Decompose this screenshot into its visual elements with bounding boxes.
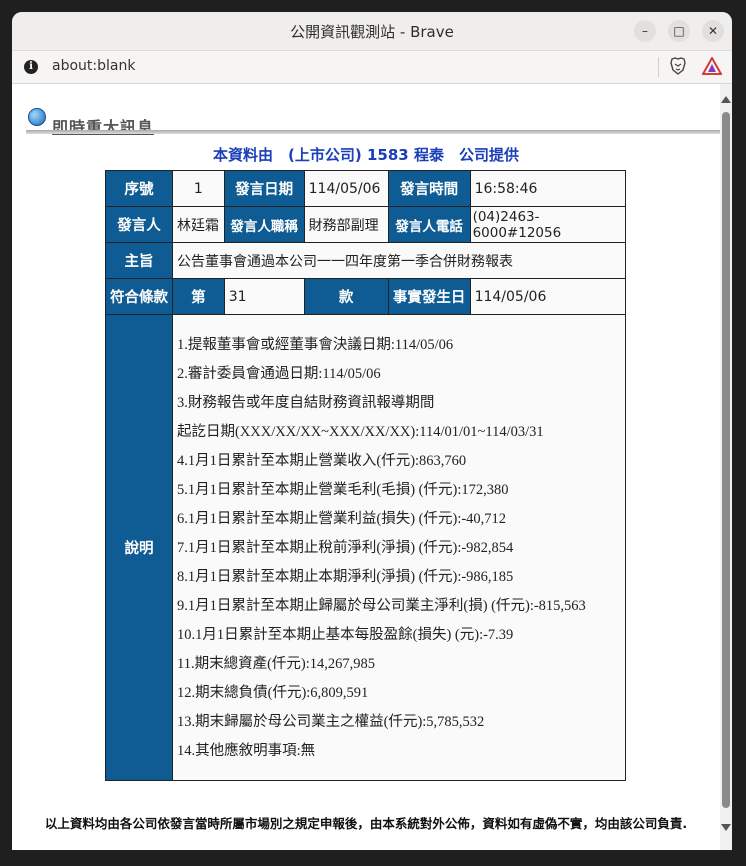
time-value: 16:58:46	[469, 170, 627, 207]
description-line: 14.其他應敘明事項:無	[177, 743, 316, 759]
fact-date-label: 事實發生日	[387, 278, 471, 315]
description-line: 起訖日期(XXX/XX/XX~XXX/XX/XX):114/01/01~114/…	[177, 424, 544, 440]
page-content: 即時重大訊息 本資料由 (上市公司) 1583 程泰 公司提供 序號 1 發言日…	[12, 84, 720, 850]
close-button[interactable]: ✕	[702, 20, 724, 42]
header-divider	[26, 130, 720, 134]
description-line: 3.財務報告或年度自結財務資訊報導期間	[177, 395, 435, 411]
speaker-phone-value: (04)2463-6000#12056	[469, 206, 627, 243]
announcement-table: 序號 1 發言日期 114/05/06 發言時間 16:58:46 發言人 林廷…	[105, 170, 627, 781]
scroll-thumb[interactable]	[722, 112, 730, 808]
disclaimer-footer: 以上資料均由各公司依發言當時所屬市場別之規定申報後，由本系統對外公佈，資料如有虛…	[44, 816, 688, 831]
clause-label: 符合條款	[105, 278, 173, 315]
table-row: 主旨 公告董事會通過本公司一一四年度第一季合併財務報表	[105, 242, 626, 279]
description-line: 7.1月1日累計至本期止稅前淨利(淨損) (仟元):-982,854	[177, 540, 514, 556]
description-line: 1.提報董事會或經董事會決議日期:114/05/06	[177, 337, 454, 353]
subject-label: 主旨	[105, 242, 173, 279]
description-line: 12.期末總負債(仟元):6,809,591	[177, 685, 369, 701]
section-title: 即時重大訊息	[52, 118, 155, 137]
browser-window: 公開資訊觀測站 - Brave – □ ✕ i about:blank 即時重大…	[12, 12, 732, 850]
date-value: 114/05/06	[303, 170, 389, 207]
speaker-value: 林廷霜	[172, 206, 225, 243]
date-label: 發言日期	[223, 170, 305, 207]
table-row: 發言人 林廷霜 發言人職稱 財務部副理 發言人電話 (04)2463-6000#…	[105, 206, 627, 243]
description-label: 說明	[105, 314, 173, 781]
description-line: 8.1月1日累計至本期止本期淨利(淨損) (仟元):-986,185	[177, 569, 514, 585]
description-line: 5.1月1日累計至本期止營業毛利(毛損) (仟元):172,380	[177, 482, 509, 498]
url-field[interactable]: about:blank	[52, 58, 135, 74]
clause-suffix: 款	[303, 278, 389, 315]
table-row: 符合條款 第 31 款 事實發生日 114/05/06	[105, 278, 627, 315]
brave-shield-icon[interactable]	[670, 57, 686, 75]
speaker-label: 發言人	[105, 206, 173, 243]
brave-rewards-icon[interactable]	[702, 57, 722, 75]
clause-prefix: 第	[172, 278, 225, 315]
description-line: 2.審計委員會通過日期:114/05/06	[177, 366, 381, 382]
description-line: 13.期末歸屬於母公司業主之權益(仟元):5,785,532	[177, 714, 485, 730]
description-line: 6.1月1日累計至本期止營業利益(損失) (仟元):-40,712	[177, 511, 507, 527]
title-bar: 公開資訊觀測站 - Brave – □ ✕	[12, 12, 732, 51]
minimize-button[interactable]: –	[634, 20, 656, 42]
speaker-phone-label: 發言人電話	[387, 206, 471, 243]
speaker-title-value: 財務部副理	[303, 206, 389, 243]
description-line: 9.1月1日累計至本期止歸屬於母公司業主淨利(損) (仟元):-815,563	[177, 598, 586, 614]
scroll-down-arrow-icon[interactable]	[721, 824, 731, 831]
subject-value: 公告董事會通過本公司一一四年度第一季合併財務報表	[172, 242, 626, 279]
maximize-button[interactable]: □	[668, 20, 690, 42]
description-line: 4.1月1日累計至本期止營業收入(仟元):863,760	[177, 453, 467, 469]
speaker-title-label: 發言人職稱	[223, 206, 305, 243]
scroll-up-arrow-icon[interactable]	[721, 96, 731, 103]
description-line: 11.期末總資產(仟元):14,267,985	[177, 656, 376, 672]
info-icon[interactable]: i	[24, 60, 38, 74]
source-line: 本資料由 (上市公司) 1583 程泰 公司提供	[213, 146, 519, 164]
seq-label: 序號	[105, 170, 173, 207]
fact-date-value: 114/05/06	[469, 278, 627, 315]
description-content: 1.提報董事會或經董事會決議日期:114/05/06 2.審計委員會通過日期:1…	[172, 314, 626, 781]
toolbar-divider	[658, 57, 659, 77]
globe-icon	[28, 108, 46, 126]
seq-value: 1	[172, 170, 225, 207]
table-row: 說明 1.提報董事會或經董事會決議日期:114/05/06 2.審計委員會通過日…	[105, 314, 626, 781]
vertical-scrollbar[interactable]	[720, 84, 732, 850]
window-title: 公開資訊觀測站 - Brave	[290, 23, 454, 41]
clause-value: 31	[223, 278, 305, 315]
time-label: 發言時間	[387, 170, 471, 207]
address-bar: i about:blank	[12, 51, 732, 84]
description-line: 10.1月1日累計至本期止基本每股盈餘(損失) (元):-7.39	[177, 627, 514, 643]
table-row: 序號 1 發言日期 114/05/06 發言時間 16:58:46	[105, 170, 627, 207]
